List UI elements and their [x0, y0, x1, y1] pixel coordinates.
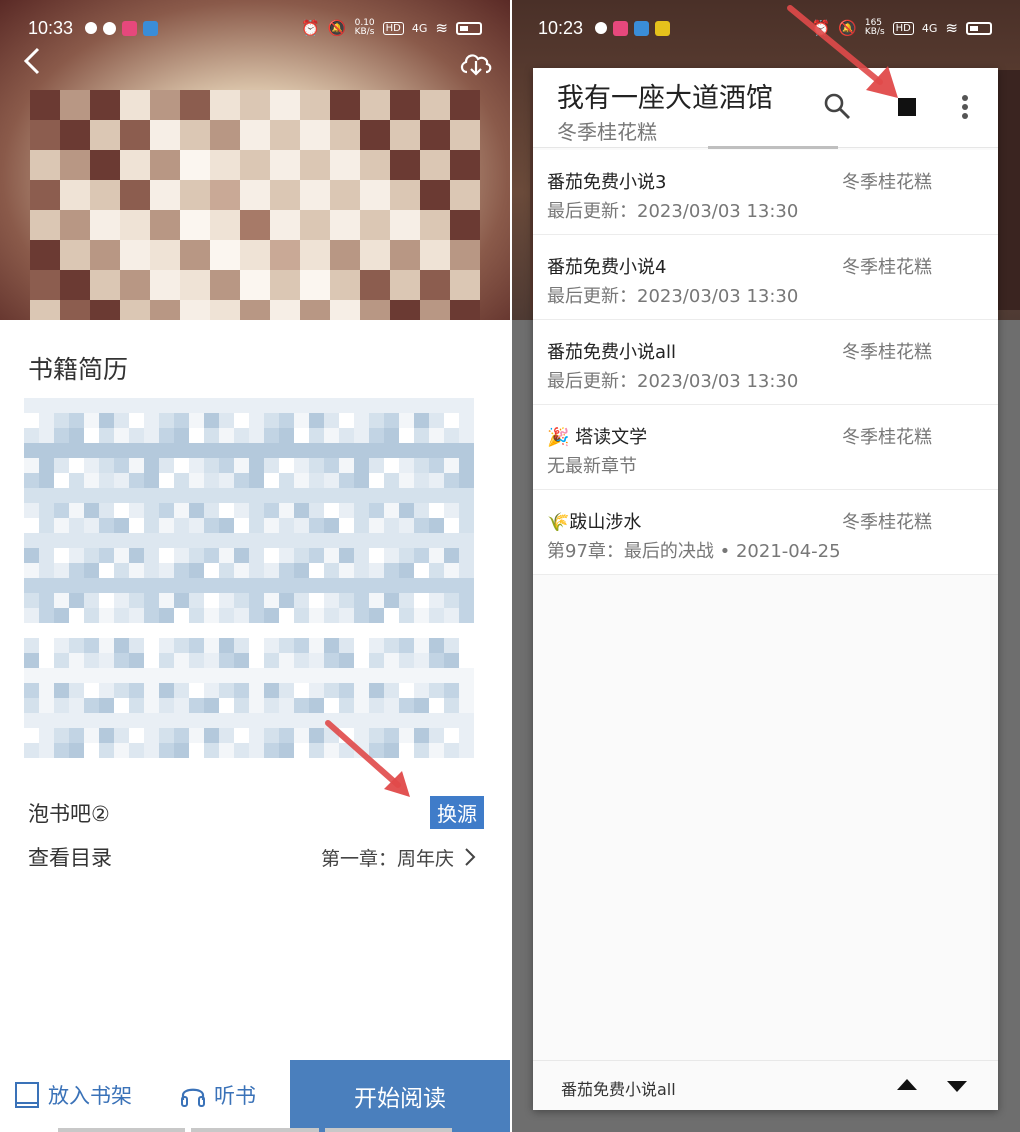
signal-label: 4G: [921, 21, 938, 35]
source-latest: 无最新章节: [547, 456, 637, 477]
source-latest: 最后更新：2023/03/03 13:30: [547, 201, 799, 222]
listen-button[interactable]: 听书: [180, 1080, 256, 1110]
pixelated-cover: [30, 90, 480, 320]
book-detail-screen: 10:33 ⏰ 🔕 0.10 KB/s HD 4G ≋ 书籍简历 泡书吧② 换源…: [0, 0, 510, 1132]
status-bar: 10:33 ⏰ 🔕 0.10 KB/s HD 4G ≋: [0, 0, 510, 56]
current-source: 泡书吧②: [28, 801, 110, 826]
source-latest: 第97章：最后的决战 • 2021-04-25: [547, 541, 841, 562]
source-name: 🎉 塔读文学: [547, 427, 648, 448]
intro-text-pixelated: [24, 398, 476, 758]
source-author: 冬季桂花糕: [842, 342, 932, 363]
source-list-item[interactable]: 番茄免费小说4 冬季桂花糕最后更新：2023/03/03 13:30: [533, 235, 998, 320]
intro-title: 书籍简历: [28, 355, 129, 384]
notification-icons: [595, 20, 671, 36]
cloud-download-icon: [460, 54, 492, 76]
source-latest: 最后更新：2023/03/03 13:30: [547, 371, 799, 392]
app-icon: [655, 20, 671, 36]
net-speed: 0.10 KB/s: [354, 18, 375, 37]
toc-current: 第一章：周年庆: [321, 844, 476, 871]
source-name: 🌾跋山涉水: [547, 512, 642, 533]
source-list-item[interactable]: 🎉 塔读文学 冬季桂花糕无最新章节: [533, 405, 998, 490]
status-indicators: ⏰ 🔕 0.10 KB/s HD 4G ≋: [301, 19, 482, 37]
alarm-icon: ⏰: [301, 19, 320, 37]
toc-row[interactable]: 查看目录 第一章：周年庆: [28, 842, 476, 872]
app-icon: [122, 20, 138, 36]
app-icon: [143, 20, 159, 36]
app-icon: [613, 20, 629, 36]
wifi-icon: ≋: [945, 19, 958, 37]
source-author: 冬季桂花糕: [842, 512, 932, 533]
wifi-icon: ≋: [435, 19, 448, 37]
source-author: 冬季桂花糕: [842, 172, 932, 193]
status-bar: 10:23 ⏰ 🔕 165 KB/s HD 4G ≋: [510, 0, 1020, 56]
bottom-action-bar: 放入书架 听书 开始阅读: [0, 1060, 510, 1132]
more-vert-icon[interactable]: [961, 94, 969, 122]
status-time: 10:23: [538, 17, 584, 38]
source-name: 番茄免费小说all: [547, 342, 677, 363]
source-list-item[interactable]: 🌾跋山涉水 冬季桂花糕 第97章：最后的决战 • 2021-04-25: [533, 490, 998, 575]
wechat-icon: [85, 22, 98, 34]
current-source-label: 番茄免费小说all: [561, 1080, 676, 1099]
source-name: 番茄免费小说4: [547, 257, 667, 278]
listen-label: 听书: [214, 1084, 256, 1108]
image-divider: [510, 0, 512, 1132]
download-button[interactable]: [458, 50, 494, 82]
chevron-left-icon: [23, 47, 40, 75]
back-button[interactable]: [22, 46, 42, 82]
dialog-footer: 番茄免费小说all: [533, 1060, 998, 1110]
message-icon: [103, 21, 117, 35]
source-latest: 最后更新：2023/03/03 13:30: [547, 286, 799, 307]
change-source-dialog: 我有一座大道酒馆 冬季桂花糕 番茄免费小说3 冬季桂花糕 最后更新：2023/03/…: [533, 68, 998, 1110]
nav-indicator: [0, 1128, 510, 1132]
app-icon: [634, 20, 650, 36]
status-time: 10:33: [28, 17, 74, 38]
swap-source-button[interactable]: 换源: [430, 796, 484, 829]
book-title: 我有一座大道酒馆: [557, 83, 773, 114]
battery-icon: [966, 21, 992, 35]
source-name: 番茄免费小说3: [547, 172, 667, 193]
source-list: 番茄免费小说3 冬季桂花糕 最后更新：2023/03/03 13:30 番茄免费小说4…: [533, 150, 998, 575]
source-author: 冬季桂花糕: [842, 427, 932, 448]
change-source-screen: 10:23 ⏰ 🔕 165 KB/s HD 4G ≋ 我有一座大道酒馆 冬季桂花…: [510, 0, 1020, 1132]
source-list-item[interactable]: 番茄免费小说all 冬季桂花糕最后更新：2023/03/03 13:30: [533, 320, 998, 405]
annotation-arrow-icon: [325, 720, 410, 797]
mute-icon: 🔕: [327, 19, 347, 37]
signal-label: 4G: [411, 21, 428, 35]
current-chapter: 第一章：周年庆: [320, 847, 454, 870]
book-icon: [15, 1082, 39, 1108]
headphones-icon: [181, 1088, 205, 1107]
source-list-item[interactable]: 番茄免费小说3 冬季桂花糕最后更新：2023/03/03 13:30: [533, 150, 998, 235]
hd-badge: HD: [382, 21, 404, 35]
notification-icons: [85, 20, 159, 36]
add-to-shelf-button[interactable]: 放入书架: [14, 1080, 132, 1110]
search-progress: [708, 146, 838, 149]
battery-icon: [456, 21, 482, 35]
scroll-up-icon[interactable]: [897, 1079, 917, 1090]
start-reading-button[interactable]: 开始阅读: [290, 1060, 510, 1132]
book-author: 冬季桂花糕: [557, 120, 657, 144]
scroll-down-icon[interactable]: [947, 1081, 967, 1092]
shelf-label: 放入书架: [48, 1084, 132, 1108]
source-author: 冬季桂花糕: [842, 257, 932, 278]
dialog-header: 我有一座大道酒馆 冬季桂花糕: [533, 68, 998, 149]
toc-label: 查看目录: [28, 846, 112, 870]
annotation-arrow-icon: [787, 5, 898, 98]
chevron-right-icon: [465, 848, 476, 866]
wechat-icon: [595, 22, 608, 34]
